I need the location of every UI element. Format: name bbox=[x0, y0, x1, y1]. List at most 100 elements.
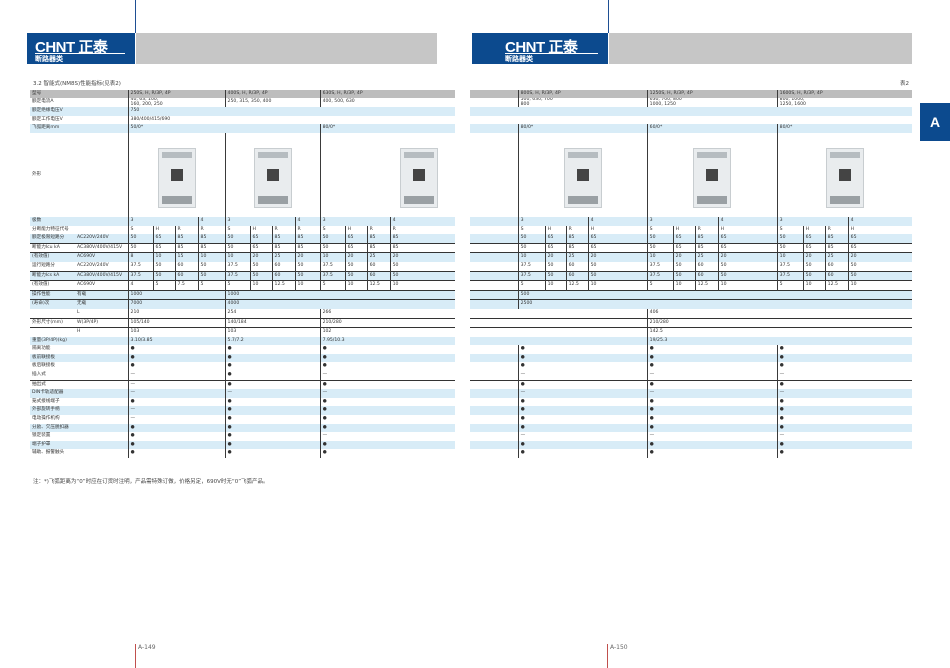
table-cell: ● bbox=[776, 415, 913, 424]
table-row: 额定电流A 40, 63, 100, 160, 200, 250 250, 315,… bbox=[30, 98, 913, 108]
table-row: 重量(3P/4P)(kg) 3.10/3.85 5.7/7.2 7.95/10.3 19… bbox=[30, 336, 913, 346]
table-cell: — bbox=[319, 371, 519, 381]
section-tab[interactable]: A bbox=[920, 103, 950, 141]
table-cell: 50 bbox=[544, 270, 567, 281]
table-cell: ● bbox=[319, 353, 519, 363]
table-cell: 60 bbox=[174, 261, 199, 272]
table-row: 飞弧距离mm 50/0* 80/0* 80/0* 60/0* 80/0* bbox=[30, 124, 913, 133]
row-label: H bbox=[75, 327, 129, 337]
row-label: 外形 bbox=[30, 132, 129, 217]
table-cell: S bbox=[127, 225, 154, 235]
table-cell: 50 bbox=[587, 261, 648, 272]
table-cell: 60 bbox=[271, 261, 296, 272]
table-cell: 50 bbox=[847, 261, 913, 272]
table-cell: 20 bbox=[344, 252, 368, 262]
table-cell: 50 bbox=[587, 270, 648, 281]
table-cell: ● bbox=[776, 353, 913, 363]
table-cell: ● bbox=[319, 379, 519, 390]
table-cell: 50 bbox=[672, 261, 696, 272]
table-cell: 4 bbox=[847, 216, 913, 226]
table-cell: 3 bbox=[517, 216, 589, 226]
table-cell: 85 bbox=[824, 234, 849, 244]
row-label: AC380V/400V/415V bbox=[75, 242, 129, 253]
table-cell: H bbox=[587, 225, 648, 235]
table-cell: 65 bbox=[717, 242, 778, 253]
table-cell: 50 bbox=[127, 242, 154, 253]
product-photo bbox=[646, 132, 778, 217]
table-cell: ● bbox=[517, 440, 648, 450]
table-cell: — bbox=[776, 389, 913, 398]
table-cell: 50 bbox=[344, 270, 368, 281]
table-cell: ● bbox=[776, 345, 913, 354]
page-number-left: A-149 bbox=[135, 644, 156, 668]
table-row: 额定极限短路分 AC220V/240V 50 65 85 85 50 65 85 85 50 65 85… bbox=[30, 234, 913, 244]
table-cell: 250, 315, 350, 400 bbox=[224, 98, 321, 108]
table-cell: 500 bbox=[517, 289, 913, 300]
table-cell: R bbox=[366, 225, 391, 235]
row-label: 有载 bbox=[75, 289, 129, 300]
table-cell: 85 bbox=[694, 242, 719, 253]
breaker-image bbox=[825, 147, 864, 208]
row-label: 操作性能 bbox=[30, 289, 75, 300]
table-cell: ● bbox=[319, 397, 519, 407]
row-label: 分断能力特征代号 bbox=[30, 225, 129, 235]
table-cell: S bbox=[646, 225, 674, 235]
header-rule-right bbox=[608, 0, 609, 33]
table-cell: 266 bbox=[319, 308, 648, 318]
table-cell: 50 bbox=[776, 234, 804, 244]
table-cell: ● bbox=[646, 379, 778, 390]
table-cell: 3 bbox=[224, 216, 296, 226]
table-cell: 19/25.3 bbox=[646, 336, 913, 346]
table-cell: 60/0* bbox=[646, 124, 778, 133]
table-cell: 65 bbox=[152, 242, 176, 253]
table-row: DIN卡轨适配器 — — — — — — bbox=[30, 389, 913, 398]
table-cell: S bbox=[517, 225, 546, 235]
table-cell: R bbox=[694, 225, 719, 235]
table-cell: 65 bbox=[587, 234, 648, 244]
row-label: (寿命)次 bbox=[30, 299, 75, 309]
table-cell: 65 bbox=[152, 234, 176, 244]
table-cell: 25 bbox=[565, 252, 589, 262]
table-cell: 37.5 bbox=[127, 261, 154, 272]
table-cell: H bbox=[249, 225, 273, 235]
row-label: 飞弧距离mm bbox=[30, 124, 129, 133]
table-row: 锁定装置 ● ● — — — — bbox=[30, 432, 913, 441]
table-cell: — bbox=[319, 389, 519, 398]
table-cell: 50 bbox=[672, 270, 696, 281]
table-row: 分断能力特征代号 S H R R S H R R S H R R S H R H S H R H S H R H bbox=[30, 225, 913, 235]
table-cell: 50 bbox=[802, 261, 826, 272]
table-cell: 7000 bbox=[127, 299, 226, 309]
row-label: (有效值) bbox=[30, 252, 75, 262]
table-cell: S bbox=[224, 225, 251, 235]
table-cell: R bbox=[271, 225, 296, 235]
table-row: 型号 250S, H, R/3P, 4P 400S, H, R/3P, 4P 630S… bbox=[30, 90, 913, 98]
table-cell: H bbox=[802, 225, 826, 235]
table-cell: 3.10/3.85 bbox=[127, 336, 226, 346]
table-cell: 10 bbox=[319, 252, 346, 262]
table-cell: 65 bbox=[544, 242, 567, 253]
row-label: 断能力Icu kA bbox=[30, 242, 75, 253]
table-cell: ● bbox=[517, 423, 648, 433]
table-cell: ● bbox=[776, 423, 913, 433]
table-cell: ● bbox=[127, 353, 226, 363]
table-cell: 37.5 bbox=[517, 261, 546, 272]
row-label: 端子护罩 bbox=[30, 440, 129, 450]
table-cell: 85 bbox=[271, 242, 296, 253]
table-cell: ● bbox=[646, 415, 778, 424]
product-photo bbox=[517, 132, 648, 217]
table-cell: 85 bbox=[294, 242, 321, 253]
table-cell: H bbox=[544, 225, 567, 235]
footnote: 注：*)飞弧距离为“0”时应在订货时注明，产品需特殊订做，价格另定，690V时无… bbox=[33, 479, 269, 485]
table-cell: ● bbox=[224, 449, 321, 458]
table-cell: 60 bbox=[565, 261, 589, 272]
section-title: 3.2 智能式(NM8S)性能指标(见表2) bbox=[33, 81, 121, 87]
table-row: (寿命)次 无载 7000 4000 2500 bbox=[30, 299, 913, 309]
table-row: 断能力Icu kA AC380V/400V/415V 50 65 85 85 50 65 85 8… bbox=[30, 242, 913, 253]
table-cell: 40, 63, 100, 160, 200, 250 bbox=[127, 98, 226, 108]
table-cell: 10 bbox=[646, 252, 674, 262]
table-row: 插入式 — ● — — — — bbox=[30, 371, 913, 381]
table-cell: — bbox=[224, 389, 321, 398]
table-number: 表2 bbox=[900, 81, 909, 87]
row-label: 额定极限短路分 bbox=[30, 234, 75, 244]
table-row: 外形 bbox=[30, 132, 913, 217]
